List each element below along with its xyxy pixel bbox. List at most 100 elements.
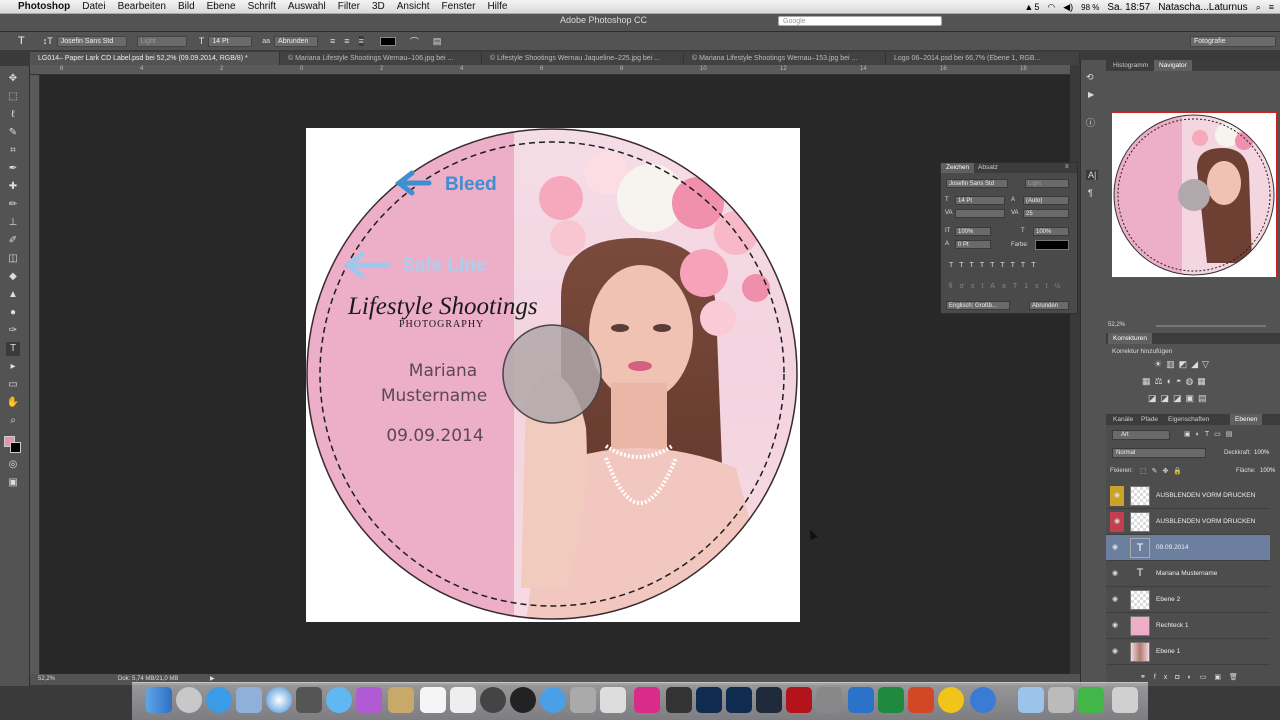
finder-icon[interactable]	[146, 687, 172, 713]
align-right-icon[interactable]: ≡	[358, 36, 364, 46]
brush-tool-icon[interactable]: ✏	[6, 198, 20, 212]
downloads-icon[interactable]	[1078, 687, 1104, 713]
menu-fenster[interactable]: Fenster	[436, 1, 482, 12]
google-search-field[interactable]: Google	[778, 16, 942, 26]
app-s-icon[interactable]	[634, 687, 660, 713]
status-menu-arrow-icon[interactable]: ▶	[210, 675, 215, 682]
folder-icon[interactable]	[1018, 687, 1044, 713]
stamp-tool-icon[interactable]: ⊥	[6, 216, 20, 230]
adjustments-title[interactable]: Korrekturen	[1108, 333, 1152, 344]
char-vscale-field[interactable]: 100%	[955, 227, 991, 236]
lock-icons[interactable]: ⬚✎✥🔒	[1140, 467, 1187, 475]
itunes-icon[interactable]	[540, 687, 566, 713]
tab-navigator[interactable]: Navigator	[1154, 60, 1192, 71]
warp-text-icon[interactable]: ⌒	[410, 35, 419, 48]
layer-filter-select[interactable]: Art	[1112, 430, 1170, 440]
notes-icon[interactable]	[450, 687, 476, 713]
layer-name[interactable]: Rechteck 1	[1156, 622, 1189, 629]
history-brush-icon[interactable]: ✐	[6, 234, 20, 248]
photoshop-icon[interactable]	[696, 687, 722, 713]
move-tool-icon[interactable]: ✥	[6, 72, 20, 86]
char-kerning-field[interactable]	[955, 209, 1005, 218]
image-capture-icon[interactable]	[816, 687, 842, 713]
font-family-select[interactable]: Josefin Sans Std	[56, 35, 127, 47]
paragraph-icon[interactable]: ¶	[1088, 188, 1093, 198]
text-orientation-icon[interactable]: ↕T	[43, 36, 53, 46]
opacity-value[interactable]: 100%	[1254, 450, 1269, 456]
doc-tab[interactable]: © Mariana Lifestyle Shootings Wernau–106…	[280, 52, 482, 65]
menu-auswahl[interactable]: Auswahl	[282, 1, 332, 12]
quick-mask-icon[interactable]: ◎	[6, 458, 20, 472]
notification-icon[interactable]: ▲	[1024, 2, 1033, 12]
menu-app-name[interactable]: Photoshop	[12, 1, 76, 12]
photoshop-cs-icon[interactable]	[726, 687, 752, 713]
messages-icon[interactable]	[326, 687, 352, 713]
contacts-icon[interactable]	[388, 687, 414, 713]
layer-row[interactable]: ◉ AUSBLENDEN VORM DRUCKEN	[1106, 509, 1270, 535]
tab-absatz[interactable]: Absatz	[973, 163, 1003, 173]
doc-tab[interactable]: Logo 06–2014.psd bei 66,7% (Ebene 1, RGB…	[886, 52, 1080, 65]
char-language-select[interactable]: Englisch: Großb...	[946, 301, 1010, 310]
tab-ebenen[interactable]: Ebenen	[1230, 414, 1263, 425]
visibility-eye-icon[interactable]: ◉	[1112, 544, 1120, 552]
safari-icon[interactable]	[266, 687, 292, 713]
pen-tool-icon[interactable]: ✑	[6, 324, 20, 338]
type-tool-icon[interactable]: T	[6, 342, 20, 356]
align-left-icon[interactable]: ≡	[330, 36, 335, 46]
imovie-icon[interactable]	[480, 687, 506, 713]
zoom-tool-icon[interactable]: ⌕	[6, 414, 20, 428]
excel-icon[interactable]	[878, 687, 904, 713]
history-icon[interactable]: ⟲	[1086, 72, 1094, 83]
char-baseline-field[interactable]: 0 Pt	[955, 240, 991, 249]
background-color-swatch[interactable]	[10, 442, 21, 453]
layer-name[interactable]: Mariana Mustername	[1156, 570, 1217, 577]
tab-histogram[interactable]: Histogramm	[1108, 60, 1153, 71]
clock[interactable]: Sa. 18:57	[1107, 2, 1150, 13]
layer-name[interactable]: Ebene 1	[1156, 648, 1180, 655]
menu-datei[interactable]: Datei	[76, 1, 111, 12]
actions-play-icon[interactable]: ▶	[1088, 90, 1094, 99]
terminal-icon[interactable]	[666, 687, 692, 713]
doc-tab[interactable]: © Mariana Lifestyle Shootings Wernau–153…	[684, 52, 886, 65]
visibility-eye-icon[interactable]: ◉	[1112, 648, 1120, 656]
menu-ebene[interactable]: Ebene	[201, 1, 242, 12]
eyedropper-tool-icon[interactable]: ✒	[6, 162, 20, 176]
dodge-tool-icon[interactable]: ●	[6, 306, 20, 320]
adjustment-buttons-row3[interactable]: ◪◪◪▣▤	[1148, 393, 1211, 404]
doc-tab[interactable]: © Lifestyle Shootings Wernau Jaqueline–2…	[482, 52, 684, 65]
menu-schrift[interactable]: Schrift	[242, 1, 282, 12]
text-color-swatch[interactable]	[379, 36, 396, 46]
doc-tab[interactable]: LG014– Paper Lark CD Label.psd bei 52,2%…	[30, 52, 280, 65]
app-store-icon[interactable]	[206, 687, 232, 713]
character-icon[interactable]: A|	[1086, 170, 1099, 180]
facetime-icon[interactable]	[296, 687, 322, 713]
document-canvas[interactable]: Bleed Safe Line Lifestyle Shootings PHOT…	[306, 128, 800, 622]
word-icon[interactable]	[848, 687, 874, 713]
blur-tool-icon[interactable]: ▲	[6, 288, 20, 302]
preview-icon[interactable]	[600, 687, 626, 713]
character-panel-icon[interactable]: ▤	[433, 36, 442, 47]
path-select-tool-icon[interactable]: ▸	[6, 360, 20, 374]
ruler-vertical[interactable]	[30, 75, 40, 675]
status-zoom[interactable]: 52,2%	[38, 676, 55, 682]
layer-row[interactable]: ◉ Ebene 2	[1106, 587, 1270, 613]
screen-mode-icon[interactable]: ▣	[6, 476, 20, 490]
char-antialias-select[interactable]: Abrunden	[1029, 301, 1069, 310]
healing-tool-icon[interactable]: ✚	[6, 180, 20, 194]
bucket-tool-icon[interactable]: ◆	[6, 270, 20, 284]
browser-icon[interactable]	[970, 687, 996, 713]
layer-filter-icons[interactable]: ▣◐T▭▤	[1184, 430, 1237, 438]
navigator-thumbnail[interactable]	[1111, 112, 1277, 278]
crop-tool-icon[interactable]: ⌗	[6, 144, 20, 158]
char-hscale-field[interactable]: 100%	[1033, 227, 1069, 236]
info-icon[interactable]: ⓘ	[1086, 116, 1095, 129]
powerpoint-icon[interactable]	[908, 687, 934, 713]
menu-bearbeiten[interactable]: Bearbeiten	[112, 1, 172, 12]
align-center-icon[interactable]: ≡	[344, 36, 349, 46]
layer-name[interactable]: AUSBLENDEN VORM DRUCKEN	[1156, 492, 1255, 499]
layer-row[interactable]: ◉ AUSBLENDEN VORM DRUCKEN	[1106, 483, 1270, 509]
menu-bild[interactable]: Bild	[172, 1, 201, 12]
tab-kanaele[interactable]: Kanäle	[1108, 414, 1138, 425]
navigator-zoom-slider[interactable]	[1156, 325, 1266, 327]
quick-select-tool-icon[interactable]: ✎	[6, 126, 20, 140]
